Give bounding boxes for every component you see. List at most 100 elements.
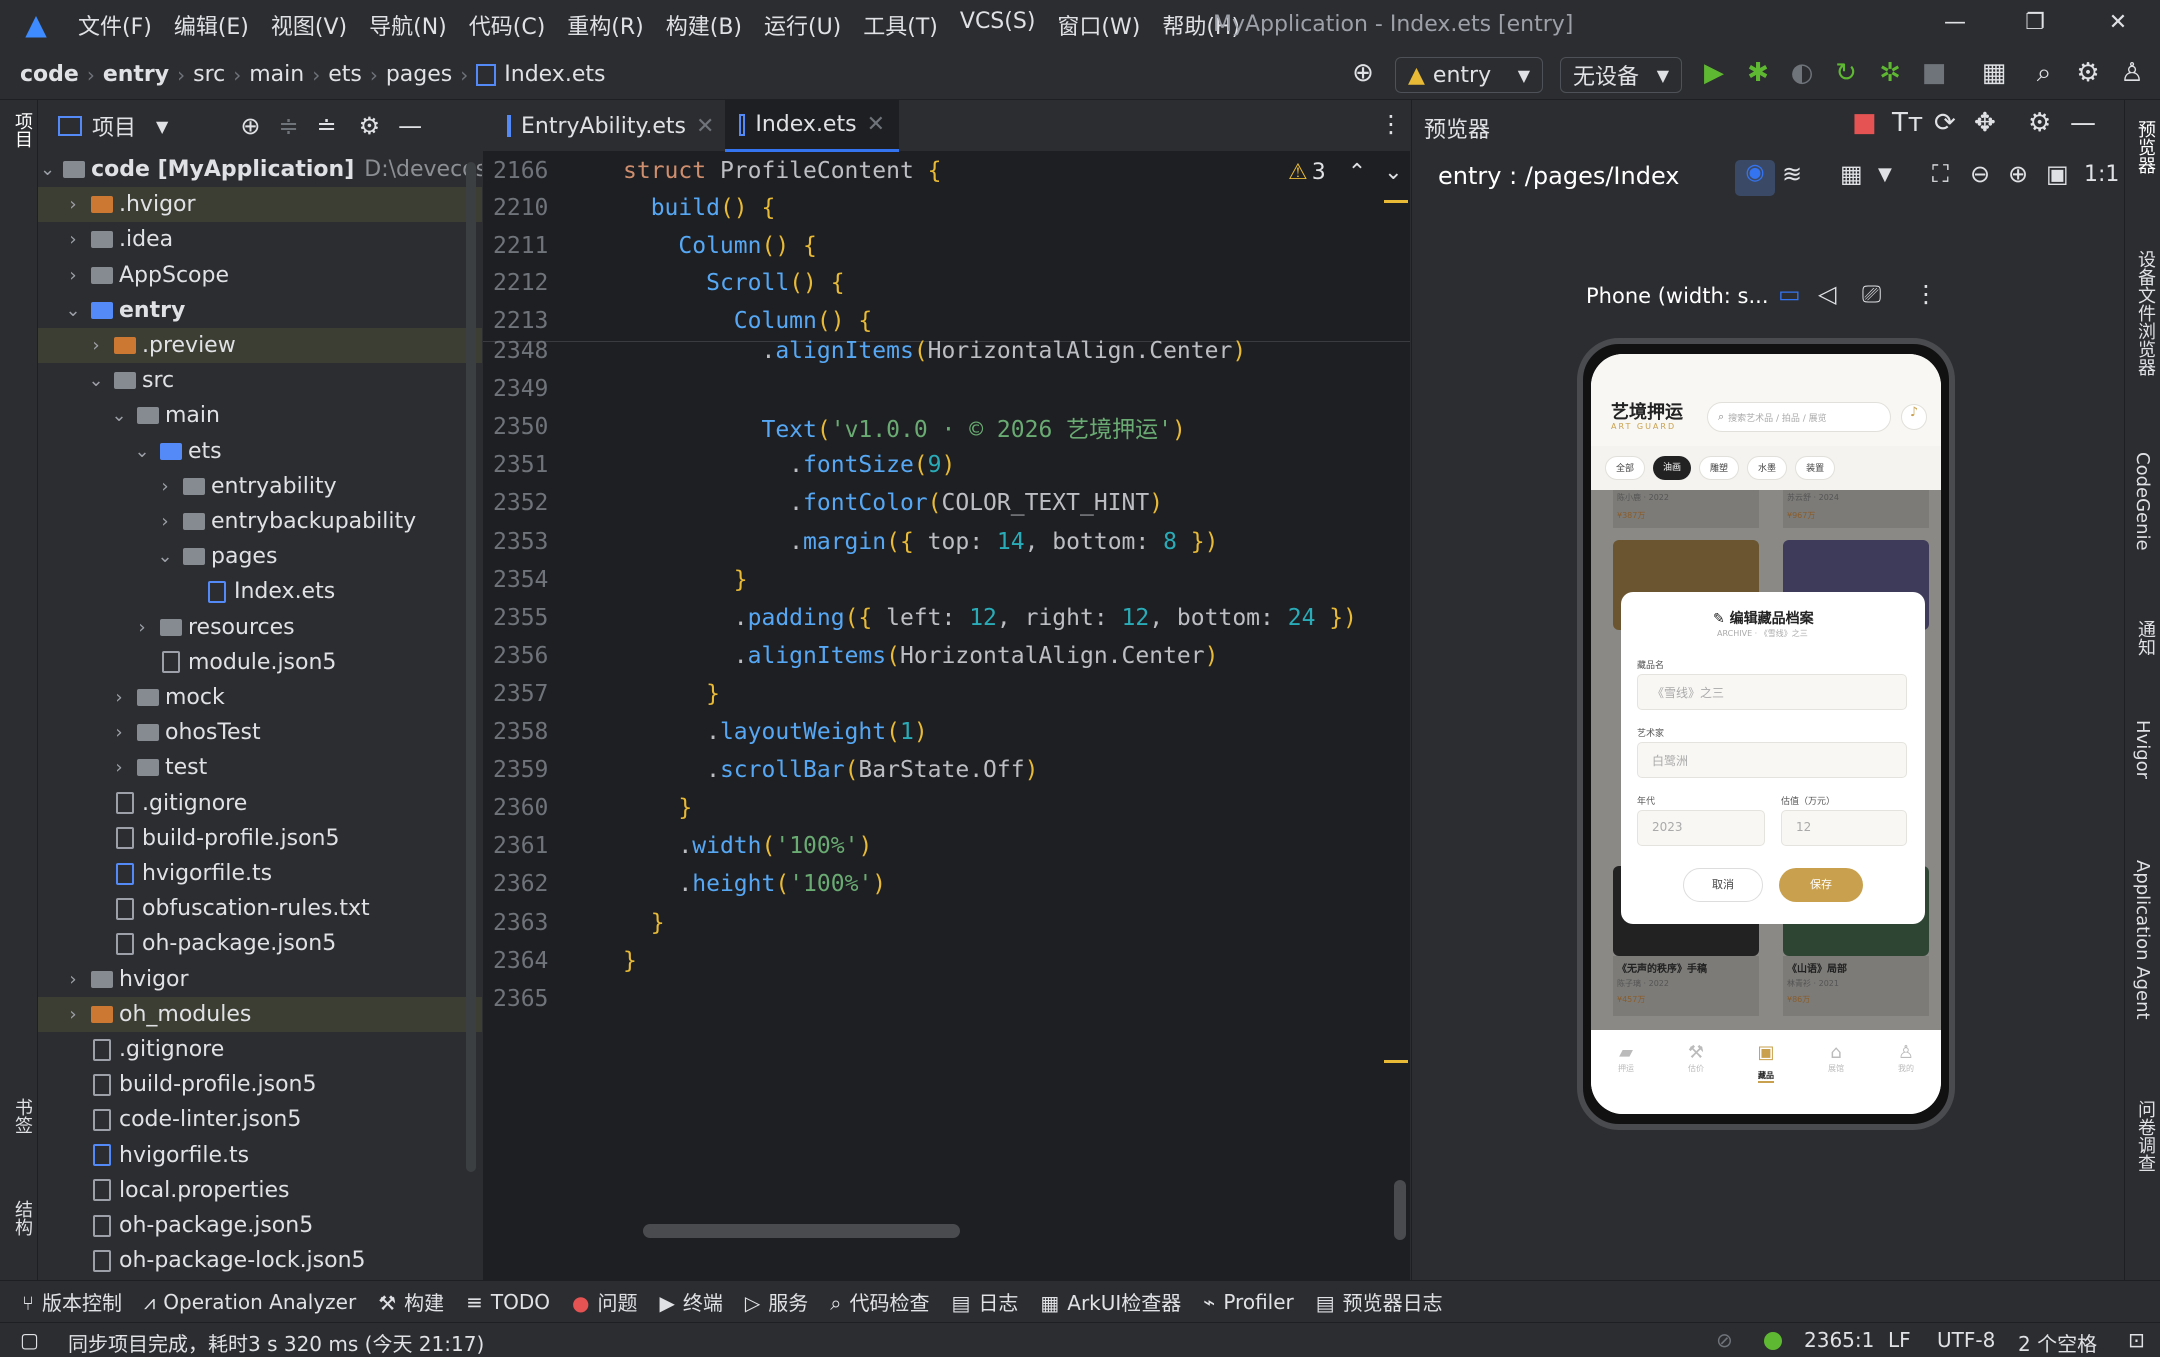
chevron-down-icon[interactable]: ▼ <box>1878 164 1892 185</box>
debug-icon[interactable]: ✱ <box>1741 58 1775 88</box>
line-number[interactable]: 2348 <box>483 338 573 364</box>
chevron-right-icon[interactable]: › <box>63 265 83 286</box>
chevron-down-icon[interactable]: ⌄ <box>132 441 152 462</box>
breadcrumb-item[interactable]: code <box>20 62 79 87</box>
line-number[interactable]: 2357 <box>483 681 573 707</box>
line-number[interactable]: 2166 <box>483 158 573 184</box>
line-number[interactable]: 2353 <box>483 529 573 555</box>
category-chip[interactable]: 油画 <box>1653 456 1692 480</box>
no-sync-icon[interactable]: ⊘ <box>1716 1328 1733 1352</box>
notifications-button[interactable]: 通知 <box>2132 620 2158 656</box>
chevron-right-icon[interactable]: › <box>155 476 175 497</box>
horizontal-scrollbar[interactable] <box>643 1224 960 1238</box>
line-number[interactable]: 2363 <box>483 910 573 936</box>
tree-scrollbar[interactable] <box>466 162 476 1172</box>
target-icon[interactable]: ⊕ <box>1346 58 1380 88</box>
tree-row[interactable]: oh-package.json5 <box>38 926 482 961</box>
breadcrumb-item[interactable]: pages <box>386 62 452 87</box>
menu-item[interactable]: VCS(S) <box>960 9 1036 41</box>
device-select[interactable]: 无设备 ▼ <box>1560 57 1682 93</box>
code-line[interactable]: 2361 .width('100%') <box>483 827 1410 865</box>
app-tab-item[interactable]: ▣ 藏品 <box>1741 1042 1791 1114</box>
chevron-down-icon[interactable]: ⌄ <box>40 159 55 180</box>
code-line[interactable]: 2362 .height('100%') <box>483 865 1410 903</box>
inspector-icon[interactable]: ◉ <box>1735 160 1775 196</box>
fit-icon[interactable]: ⛶ <box>1932 160 1949 188</box>
code-line[interactable]: 2351 .fontSize(9) <box>483 446 1410 484</box>
back-icon[interactable]: ◁ <box>1818 280 1836 308</box>
refresh-icon[interactable]: ⟳ <box>1934 108 1956 138</box>
tree-row[interactable]: › .hvigor <box>38 187 482 223</box>
chevron-up-icon[interactable]: ⌃ <box>1348 160 1366 185</box>
caret-position[interactable]: 2365:1 <box>1804 1328 1874 1352</box>
code-line[interactable]: 2359 .scrollBar(BarState.Off) <box>483 751 1410 789</box>
bottom-tool-1[interactable]: ⩘ Operation Analyzer <box>144 1290 356 1314</box>
hvigor-button[interactable]: Hvigor <box>2132 720 2153 779</box>
rotate-icon[interactable]: ⎚ <box>1862 280 1881 308</box>
tree-row[interactable]: build-profile.json5 <box>38 1067 482 1102</box>
line-number[interactable]: 2212 <box>483 270 573 296</box>
codegenie-button[interactable]: CodeGenie <box>2132 452 2153 551</box>
app-tab-item[interactable]: ⌂ 展馆 <box>1811 1042 1861 1114</box>
stop-icon[interactable]: ■ <box>1917 58 1951 88</box>
tree-row[interactable]: local.properties <box>38 1173 482 1208</box>
value-input[interactable]: 12 <box>1781 810 1907 846</box>
breadcrumb-item[interactable]: entry <box>103 62 169 87</box>
grid-icon[interactable]: ▦ <box>1840 160 1863 188</box>
menu-item[interactable]: 视图(V) <box>271 9 347 41</box>
category-chip[interactable]: 装置 <box>1795 456 1836 480</box>
code-line[interactable]: 2348 .alignItems(HorizontalAlign.Center) <box>483 332 1410 370</box>
tree-row[interactable]: ⌄ main <box>38 398 482 433</box>
artwork-card[interactable]: 《无声的秩序》手稿 陈子璃 · 2022 ¥457万 <box>1613 956 1759 1016</box>
panel-settings-icon[interactable]: ⚙ <box>359 112 381 140</box>
code-line[interactable]: 2365 <box>483 980 1410 1018</box>
tree-row[interactable]: ⌄ code [MyApplication] D:\devecostu <box>38 152 482 187</box>
settings-icon[interactable]: ⚙ <box>2071 58 2105 88</box>
tree-row[interactable]: code-linter.json5 <box>38 1102 482 1137</box>
chevron-right-icon[interactable]: › <box>109 687 129 708</box>
warning-marker[interactable] <box>1384 200 1408 203</box>
tree-row[interactable]: › entrybackupability <box>38 504 482 539</box>
breadcrumb-item[interactable]: Index.ets <box>504 62 605 87</box>
previewer-tool-button[interactable]: 预览器 <box>2132 120 2158 174</box>
tree-row[interactable]: obfuscation-rules.txt <box>38 891 482 926</box>
chevron-right-icon[interactable]: › <box>86 335 106 356</box>
chevron-down-icon[interactable]: ⌄ <box>155 546 175 567</box>
run-config-select[interactable]: ▲ entry ▼ <box>1395 57 1543 93</box>
artwork-name-input[interactable]: 《雪线》之三 <box>1637 674 1907 710</box>
code-line[interactable]: 2166 struct ProfileContent { <box>483 152 1410 190</box>
device-file-browser-button[interactable]: 设备文件浏览器 <box>2132 250 2158 376</box>
code-line[interactable]: 2355 .padding({ left: 12, right: 12, bot… <box>483 599 1410 637</box>
zoom-out-icon[interactable]: ⊖ <box>1970 160 1990 188</box>
menu-item[interactable]: 重构(R) <box>567 9 643 41</box>
line-number[interactable]: 2355 <box>483 605 573 631</box>
tree-row[interactable]: › AppScope <box>38 258 482 293</box>
menu-item[interactable]: 代码(C) <box>469 9 546 41</box>
tree-row[interactable]: hvigorfile.ts <box>38 856 482 891</box>
tree-row[interactable]: oh-package-lock.json5 <box>38 1243 482 1272</box>
tree-row[interactable]: .gitignore <box>38 786 482 821</box>
device-type-icon[interactable]: ▭ <box>1778 280 1801 308</box>
locate-icon[interactable]: ⊕ <box>240 112 260 140</box>
bottom-tool-6[interactable]: ▷ 服务 <box>745 1287 808 1316</box>
one-to-one-icon[interactable]: 1:1 <box>2084 162 2119 187</box>
menu-item[interactable]: 工具(T) <box>863 9 938 41</box>
bottom-tool-7[interactable]: ⌕ 代码检查 <box>830 1287 929 1316</box>
artwork-card[interactable]: 苏云舒 · 2024 ¥967万 <box>1783 490 1929 528</box>
indent-setting[interactable]: 2 个空格 <box>2018 1328 2097 1357</box>
line-number[interactable]: 2352 <box>483 490 573 516</box>
code-line[interactable]: 2349 <box>483 370 1410 408</box>
artwork-card[interactable]: 陈小鹿 · 2022 ¥387万 <box>1613 490 1759 528</box>
tab-entryability[interactable]: EntryAbility.ets ✕ <box>493 100 725 152</box>
hide-preview-icon[interactable]: — <box>2070 108 2096 138</box>
save-button[interactable]: 保存 <box>1779 868 1863 902</box>
menu-item[interactable]: 导航(N) <box>369 9 447 41</box>
tree-row[interactable]: › ohosTest <box>38 715 482 750</box>
breadcrumb-item[interactable]: main <box>249 62 304 87</box>
tab-index[interactable]: Index.ets ✕ <box>725 100 899 152</box>
tree-row[interactable]: › entryability <box>38 469 482 504</box>
line-number[interactable]: 2365 <box>483 986 573 1012</box>
pin-icon[interactable]: ✥ <box>1974 108 1996 138</box>
reload-icon[interactable]: ↻ <box>1829 58 1863 88</box>
original-size-icon[interactable]: ▣ <box>2046 160 2069 188</box>
